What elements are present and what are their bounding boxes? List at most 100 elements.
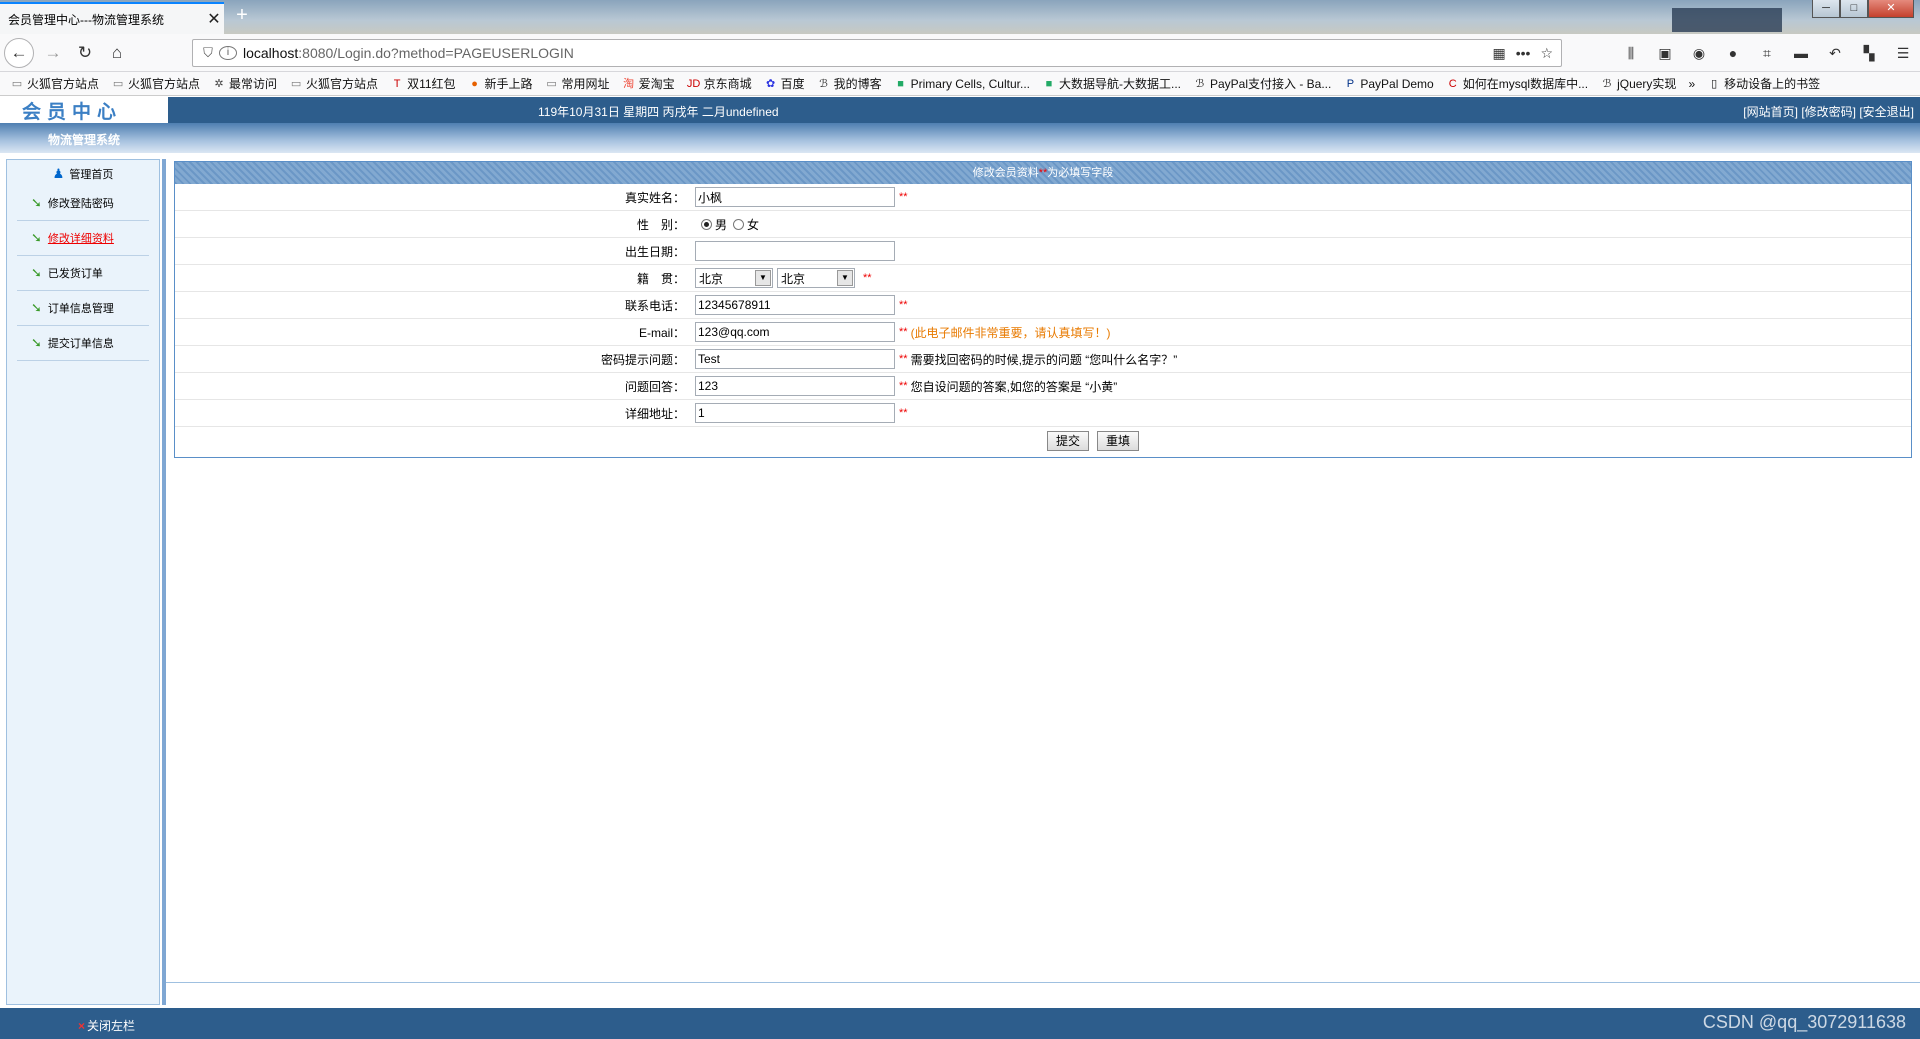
- gender-male-radio[interactable]: [701, 218, 712, 230]
- real-name-label: 真实姓名：: [624, 190, 685, 205]
- chevron-down-icon[interactable]: ▼: [837, 270, 853, 286]
- content-bottom-border: [166, 982, 1920, 1004]
- password-question-input[interactable]: [695, 349, 895, 369]
- province-select[interactable]: 北京 ▼: [695, 268, 773, 288]
- answer-label: 问题回答：: [624, 379, 685, 394]
- url-bar[interactable]: ⛉ i localhost :8080/Login.do?method=PAGE…: [192, 39, 1562, 67]
- date-text: 119年10月31日 星期四 丙戌年 二月undefined: [538, 105, 779, 119]
- bookmark-item[interactable]: ● 新手上路: [468, 75, 533, 92]
- bookmark-label: 双11红包: [407, 77, 456, 91]
- email-input[interactable]: [695, 322, 895, 342]
- menu-icon[interactable]: ☰: [1892, 42, 1914, 64]
- bookmark-label: 最常访问: [229, 77, 278, 91]
- form-title-suffix: 为必填写字段: [1047, 167, 1114, 179]
- home-user-icon: ♟: [52, 166, 65, 181]
- sidebar-home[interactable]: ♟ 管理首页: [7, 160, 159, 186]
- bookmark-item[interactable]: T 双11红包: [390, 75, 456, 92]
- minimize-button[interactable]: ─: [1812, 0, 1840, 18]
- blog-icon: ℬ: [819, 77, 828, 90]
- bookmark-item[interactable]: ✿ 百度: [764, 75, 805, 92]
- chevron-down-icon[interactable]: ▼: [755, 270, 771, 286]
- link-logout[interactable]: [安全退出]: [1859, 105, 1914, 119]
- home-icon[interactable]: ⌂: [104, 40, 130, 66]
- library-icon[interactable]: ⫼: [1620, 42, 1642, 64]
- birth-date-input[interactable]: [695, 241, 895, 261]
- bookmark-item[interactable]: ℬjQuery实现: [1600, 75, 1677, 92]
- reload-icon[interactable]: ↻: [72, 40, 98, 66]
- shield-icon[interactable]: ⛉: [197, 45, 219, 61]
- bookmark-item[interactable]: ℬ PayPal支付接入 - Ba...: [1193, 75, 1332, 92]
- bookmark-label: PayPal Demo: [1360, 76, 1434, 91]
- back-arrow-icon[interactable]: ←: [4, 38, 34, 68]
- sidebar-item-submit-order[interactable]: ➘ 提交订单信息: [17, 326, 149, 361]
- browser-tab[interactable]: 会员管理中心---物流管理系统 ✕: [0, 2, 224, 34]
- bookmark-item[interactable]: ℬ 我的博客: [817, 75, 881, 92]
- bookmarks-overflow-button[interactable]: »: [1688, 77, 1695, 91]
- bookmark-item[interactable]: ▭ 火狐官方站点: [111, 75, 200, 92]
- green-arrow-icon: ➘: [31, 335, 42, 350]
- sidebar-home-label: 管理首页: [69, 169, 114, 181]
- answer-input[interactable]: [695, 376, 895, 396]
- reset-button[interactable]: 重填: [1097, 430, 1140, 451]
- csdn-icon: C: [1448, 77, 1457, 90]
- bookmark-item[interactable]: ▭ 火狐官方站点: [289, 75, 378, 92]
- screenshot-icon[interactable]: ⌗: [1756, 42, 1778, 64]
- bookmark-item[interactable]: ▭ 常用网址: [545, 75, 609, 92]
- close-sidebar-link[interactable]: × 关闭左栏: [78, 1017, 135, 1034]
- link-site-home[interactable]: [网站首页]: [1743, 105, 1798, 119]
- info-icon[interactable]: i: [219, 46, 237, 60]
- system-title: 物流管理系统: [48, 133, 121, 147]
- required-star: **: [1038, 167, 1048, 179]
- row-answer: 问题回答： ** 您自设问题的答案,如您的答案是 “小黄”: [175, 373, 1911, 400]
- new-tab-button[interactable]: +: [232, 5, 252, 26]
- sidebar-item-change-password[interactable]: ➘ 修改登陆密码: [17, 186, 149, 221]
- mobile-bookmarks[interactable]: ▯ 移动设备上的书签: [1707, 75, 1820, 92]
- tab-close-icon[interactable]: ✕: [204, 9, 224, 29]
- email-hint: (此电子邮件非常重要，请认真填写！): [910, 325, 1111, 340]
- real-name-input[interactable]: [695, 187, 895, 207]
- bookmark-item[interactable]: P PayPal Demo: [1343, 76, 1434, 91]
- page-actions-icon[interactable]: •••: [1516, 45, 1531, 62]
- logo-slant: [150, 97, 168, 123]
- city-select[interactable]: 北京 ▼: [777, 268, 855, 288]
- row-real-name: 真实姓名： **: [175, 184, 1911, 211]
- globe-icon[interactable]: ●: [1722, 42, 1744, 64]
- sidebar-divider[interactable]: [162, 159, 166, 1005]
- bookmark-item[interactable]: JD 京东商城: [687, 75, 752, 92]
- forward-arrow-icon[interactable]: →: [40, 40, 66, 66]
- native-place-label: 籍 贯：: [636, 271, 685, 286]
- address-input[interactable]: [695, 403, 895, 423]
- maximize-button[interactable]: □: [1840, 0, 1868, 18]
- form-title: 修改会员资料: [972, 167, 1039, 179]
- account-icon[interactable]: ◉: [1688, 42, 1710, 64]
- extensions-icon[interactable]: ▚: [1858, 42, 1880, 64]
- bookmarks-bar: ▭ 火狐官方站点 ▭ 火狐官方站点 ✲ 最常访问 ▭ 火狐官方站点 T 双11红包 ● 新手上路 ▭ 常用…: [0, 72, 1920, 96]
- paypal-icon: P: [1346, 77, 1355, 90]
- link-change-password[interactable]: [修改密码]: [1801, 105, 1856, 119]
- bookmark-item[interactable]: C 如何在mysql数据库中...: [1446, 75, 1588, 92]
- bookmark-label: 新手上路: [484, 77, 533, 91]
- bookmark-star-icon[interactable]: ☆: [1540, 45, 1553, 62]
- bookmark-item[interactable]: ▭ 火狐官方站点: [10, 75, 99, 92]
- bookmark-label: 火狐官方站点: [306, 77, 379, 91]
- blog-icon: ℬ: [1195, 77, 1205, 90]
- sidebar-icon[interactable]: ▣: [1654, 42, 1676, 64]
- blog-icon: ℬ: [1602, 77, 1612, 90]
- submit-button[interactable]: 提交: [1046, 430, 1089, 451]
- bookmark-label: 大数据导航-大数据工...: [1058, 77, 1181, 91]
- qr-code-icon[interactable]: ▦: [1492, 45, 1505, 62]
- bookmark-item[interactable]: ■ 大数据导航-大数据工...: [1042, 75, 1181, 92]
- bookmark-item[interactable]: ✲ 最常访问: [212, 75, 277, 92]
- bookmark-item[interactable]: 淘爱淘宝: [622, 75, 675, 92]
- chat-icon[interactable]: ▬: [1790, 42, 1812, 64]
- sidebar-item-shipped-orders[interactable]: ➘ 已发货订单: [17, 256, 149, 291]
- undo-icon[interactable]: ↶: [1824, 42, 1846, 64]
- sidebar-item-order-management[interactable]: ➘ 订单信息管理: [17, 291, 149, 326]
- bookmark-item[interactable]: ■ Primary Cells, Cultur...: [894, 77, 1030, 91]
- phone-input[interactable]: [695, 295, 895, 315]
- window-close-button[interactable]: ✕: [1868, 0, 1914, 18]
- birth-date-label: 出生日期：: [624, 244, 685, 259]
- firefox-icon: ●: [471, 77, 478, 90]
- sidebar-item-edit-profile[interactable]: ➘ 修改详细资料: [17, 221, 149, 256]
- gender-female-radio[interactable]: [733, 218, 745, 230]
